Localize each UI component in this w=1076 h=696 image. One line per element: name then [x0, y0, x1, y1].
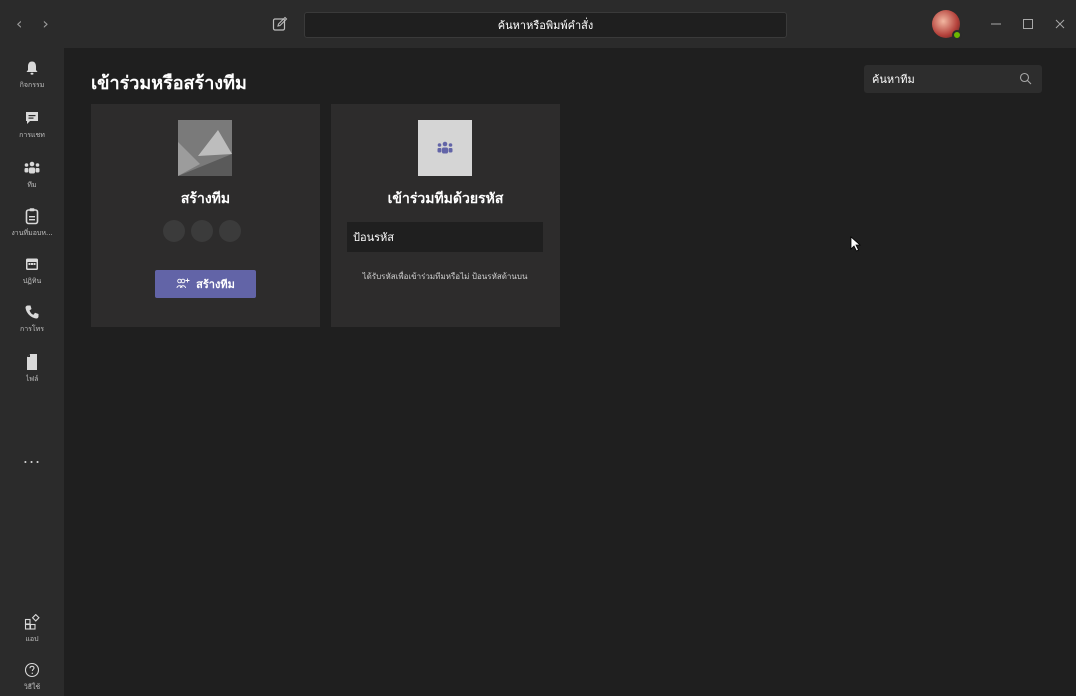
- forward-arrow-icon[interactable]: ›: [42, 14, 48, 33]
- avatar-placeholder: [163, 220, 185, 242]
- phone-icon: [22, 302, 42, 322]
- rail-item-label: แอป: [25, 635, 39, 643]
- teams-icon: [22, 158, 42, 178]
- rail-item-files[interactable]: ไฟล์: [0, 352, 64, 385]
- rail-item-activity[interactable]: กิจกรรม: [0, 58, 64, 91]
- create-team-card[interactable]: สร้างทีม สร้างทีม: [91, 104, 320, 327]
- avatar-placeholder: [219, 220, 241, 242]
- assignments-icon: [22, 206, 42, 226]
- maximize-icon[interactable]: [1018, 14, 1038, 34]
- rail-item-label: ปฏิทิน: [22, 277, 42, 285]
- file-icon: [22, 352, 42, 372]
- rail-item-label: งานที่มอบห...: [11, 229, 53, 237]
- main-content: เข้าร่วมหรือสร้างทีม ค้นหาทีม สร้างทีม ส…: [64, 48, 1076, 696]
- rail-item-apps[interactable]: แอป: [0, 612, 64, 645]
- chat-icon: [22, 108, 42, 128]
- title-bar: ‹ › ค้นหาหรือพิมพ์คำสั่ง: [0, 0, 1076, 48]
- join-team-card: เข้าร่วมทีมด้วยรหัส ป้อนรหัส ได้รับรหัสเ…: [331, 104, 560, 327]
- history-nav: ‹ ›: [16, 14, 49, 33]
- team-search-placeholder: ค้นหาทีม: [872, 73, 915, 86]
- rail-item-label: การโทร: [19, 325, 45, 333]
- search-icon: [1019, 72, 1032, 85]
- rail-item-label: ไฟล์: [25, 375, 39, 383]
- member-avatars-placeholder: [163, 220, 241, 242]
- team-code-input[interactable]: ป้อนรหัส: [347, 222, 543, 252]
- team-placeholder-image: [178, 120, 232, 176]
- presence-available-icon: [952, 30, 962, 40]
- join-team-image: [418, 120, 472, 176]
- team-search-input[interactable]: ค้นหาทีม: [864, 65, 1042, 93]
- help-icon: [22, 660, 42, 680]
- command-search-text: ค้นหาหรือพิมพ์คำสั่ง: [497, 19, 594, 32]
- app-rail: กิจกรรม การแชท ทีม งานที่มอบห... ปฏิทิน …: [0, 48, 64, 696]
- create-team-button-label: สร้างทีม: [196, 278, 235, 291]
- compose-icon[interactable]: [272, 16, 288, 32]
- create-team-title: สร้างทีม: [180, 191, 231, 207]
- rail-item-calendar[interactable]: ปฏิทิน: [0, 254, 64, 287]
- minimize-icon[interactable]: [986, 14, 1006, 34]
- add-people-icon: [176, 278, 190, 289]
- page-title: เข้าร่วมหรือสร้างทีม: [91, 73, 247, 94]
- rail-item-chat[interactable]: การแชท: [0, 108, 64, 141]
- rail-item-help[interactable]: วิธีใช้: [0, 660, 64, 693]
- join-team-title: เข้าร่วมทีมด้วยรหัส: [387, 191, 504, 207]
- rail-item-calls[interactable]: การโทร: [0, 302, 64, 335]
- apps-icon: [22, 612, 42, 632]
- more-apps-icon[interactable]: ...: [0, 448, 64, 467]
- rail-item-label: ทีม: [27, 181, 37, 189]
- back-arrow-icon[interactable]: ‹: [16, 14, 22, 33]
- team-code-placeholder: ป้อนรหัส: [353, 231, 394, 244]
- bell-icon: [22, 58, 42, 78]
- rail-item-teams[interactable]: ทีม: [0, 158, 64, 191]
- close-icon[interactable]: [1050, 14, 1070, 34]
- join-team-hint: ได้รับรหัสเพื่อเข้าร่วมทีมหรือไม่ ป้อนรห…: [362, 272, 528, 281]
- rail-item-label: วิธีใช้: [23, 683, 41, 691]
- mouse-cursor-icon: [850, 236, 862, 252]
- rail-item-label: การแชท: [19, 131, 45, 139]
- rail-item-label: กิจกรรม: [19, 81, 45, 89]
- command-search-box[interactable]: ค้นหาหรือพิมพ์คำสั่ง: [304, 12, 787, 38]
- teams-icon: [437, 141, 453, 154]
- rail-item-assignments[interactable]: งานที่มอบห...: [0, 206, 64, 239]
- calendar-icon: [22, 254, 42, 274]
- create-team-button[interactable]: สร้างทีม: [155, 270, 256, 298]
- avatar-placeholder: [191, 220, 213, 242]
